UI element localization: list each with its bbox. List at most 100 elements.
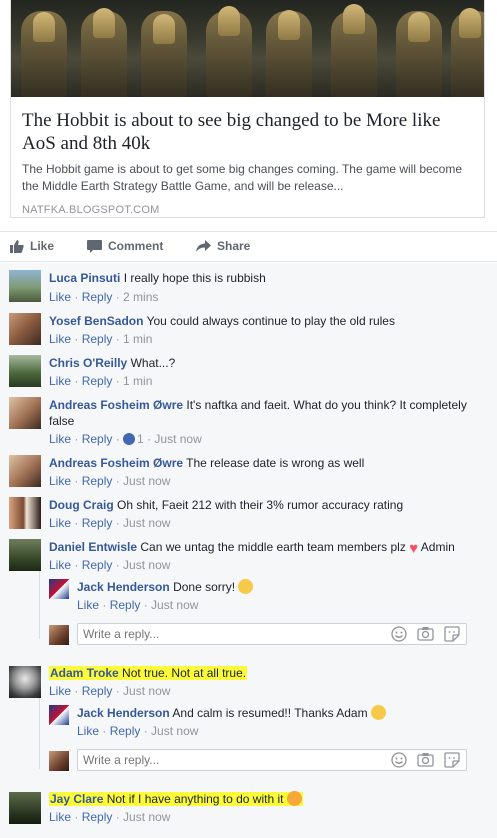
comment-like-link[interactable]: Like: [49, 516, 71, 530]
comment-reply-link[interactable]: Reply: [82, 332, 113, 346]
smiley-emoji-icon: [370, 705, 386, 720]
like-button-label: Like: [30, 239, 55, 253]
comment-reply-link[interactable]: Reply: [110, 724, 141, 738]
comment-bubble-icon: [87, 239, 102, 253]
comment-text: What...?: [130, 356, 176, 370]
comment-timestamp: Just now: [123, 474, 171, 488]
like-reaction-icon[interactable]: [123, 433, 136, 445]
comment-timestamp: Just now: [123, 810, 171, 824]
avatar[interactable]: [9, 397, 41, 429]
sticker-icon[interactable]: [444, 752, 460, 768]
avatar[interactable]: [9, 455, 41, 487]
reply-input-box[interactable]: [77, 623, 467, 645]
comment-author[interactable]: Adam Troke: [50, 666, 119, 680]
comment-like-link[interactable]: Like: [49, 374, 71, 388]
emoji-icon[interactable]: [391, 626, 407, 642]
link-preview-card[interactable]: The Hobbit is about to see big changed t…: [10, 0, 485, 218]
share-arrow-icon: [196, 239, 211, 252]
reaction-count[interactable]: 1: [137, 432, 144, 446]
comment-reply-link[interactable]: Reply: [82, 432, 113, 446]
link-preview-domain: NATFKA.BLOGSPOT.COM: [22, 204, 160, 216]
comment-author[interactable]: Doug Craig: [49, 498, 114, 512]
avatar[interactable]: [9, 792, 41, 824]
sticker-icon[interactable]: [444, 626, 460, 642]
comment-like-link[interactable]: Like: [49, 332, 71, 346]
comment-text: And calm is resumed!! Thanks Adam: [172, 706, 368, 720]
comment-button-label: Comment: [108, 239, 164, 253]
comment-like-link[interactable]: Like: [77, 724, 99, 738]
comment-like-link[interactable]: Like: [49, 290, 71, 304]
comment-text: Can we untag the middle earth team membe…: [140, 540, 406, 554]
comment-reply-link[interactable]: Reply: [82, 810, 113, 824]
thread-line: [39, 569, 40, 639]
comment-reply-link[interactable]: Reply: [82, 684, 113, 698]
comment-like-link[interactable]: Like: [49, 558, 71, 572]
comment-like-link[interactable]: Like: [49, 432, 71, 446]
share-button[interactable]: Share: [196, 239, 250, 253]
avatar[interactable]: [9, 539, 41, 571]
comment-like-link[interactable]: Like: [77, 598, 99, 612]
comment-reply-link[interactable]: Reply: [82, 516, 113, 530]
comment-reply-link[interactable]: Reply: [82, 558, 113, 572]
comment-author[interactable]: Daniel Entwisle: [49, 540, 137, 554]
comment-reply-link[interactable]: Reply: [82, 290, 113, 304]
comment-reply-link[interactable]: Reply: [82, 474, 113, 488]
avatar[interactable]: [9, 270, 41, 302]
comment-author[interactable]: Yosef BenSadon: [49, 314, 143, 328]
comment-timestamp: Just now: [151, 598, 199, 612]
comment-text: It's naftka and faeit. What do you think…: [186, 398, 467, 412]
comment-like-link[interactable]: Like: [49, 810, 71, 824]
thread-line: [39, 693, 40, 769]
link-preview-image[interactable]: [11, 0, 484, 97]
smiley-emoji-icon: [238, 579, 254, 594]
comment-timestamp: Just now: [154, 432, 202, 446]
like-button[interactable]: Like: [10, 239, 54, 253]
post-action-bar: Like Comment Share: [0, 231, 497, 262]
avatar[interactable]: [9, 313, 41, 345]
comment-badge: Admin: [420, 540, 455, 554]
camera-icon[interactable]: [417, 626, 434, 642]
comment-timestamp: Just now: [151, 724, 199, 738]
avatar[interactable]: [9, 666, 41, 698]
comment-reply-link[interactable]: Reply: [110, 598, 141, 612]
comment-text: The release date is wrong as well: [186, 456, 365, 470]
avatar[interactable]: [9, 497, 41, 529]
tongue-emoji-icon: [286, 791, 302, 806]
avatar: [49, 751, 69, 771]
comment-text: Not if I have anything to do with it: [106, 792, 284, 806]
comment-like-link[interactable]: Like: [49, 684, 71, 698]
comment-text: You could always continue to play the ol…: [146, 314, 395, 328]
comments-section: Luca Pinsuti I really hope this is rubbi…: [0, 263, 497, 838]
comment-author[interactable]: Andreas Fosheim Øwre: [49, 398, 183, 412]
comment-text-continued: false: [49, 414, 75, 428]
reply-input[interactable]: [78, 750, 368, 770]
avatar[interactable]: [49, 705, 69, 725]
comment-timestamp: Just now: [123, 558, 171, 572]
comment-timestamp: 2 mins: [123, 290, 159, 304]
avatar[interactable]: [9, 355, 41, 387]
comment-author[interactable]: Jack Henderson: [77, 706, 170, 720]
comment-author[interactable]: Andreas Fosheim Øwre: [49, 456, 183, 470]
avatar: [49, 625, 69, 645]
reply-input[interactable]: [78, 624, 368, 644]
comment-text: I really hope this is rubbish: [123, 271, 266, 285]
reply-input-box[interactable]: [77, 749, 467, 771]
comment-timestamp: 1 min: [123, 332, 153, 346]
camera-icon[interactable]: [417, 752, 434, 768]
comment-author[interactable]: Jay Clare: [50, 792, 103, 806]
share-button-label: Share: [217, 239, 251, 253]
emoji-icon[interactable]: [391, 752, 407, 768]
comment-timestamp: 1 min: [123, 374, 153, 388]
link-preview-title[interactable]: The Hobbit is about to see big changed t…: [22, 109, 473, 155]
comment-text: Not true. Not at all true.: [122, 666, 247, 680]
comment-text: Oh shit, Faeit 212 with their 3% rumor a…: [117, 498, 404, 512]
comment-like-link[interactable]: Like: [49, 474, 71, 488]
comment-author[interactable]: Jack Henderson: [77, 580, 170, 594]
comment-reply-link[interactable]: Reply: [82, 374, 113, 388]
comment-author[interactable]: Chris O'Reilly: [49, 356, 127, 370]
comment-timestamp: Just now: [123, 684, 171, 698]
avatar[interactable]: [49, 579, 69, 599]
like-thumb-icon: [10, 240, 24, 253]
comment-author[interactable]: Luca Pinsuti: [49, 271, 120, 285]
comment-button[interactable]: Comment: [87, 239, 163, 253]
